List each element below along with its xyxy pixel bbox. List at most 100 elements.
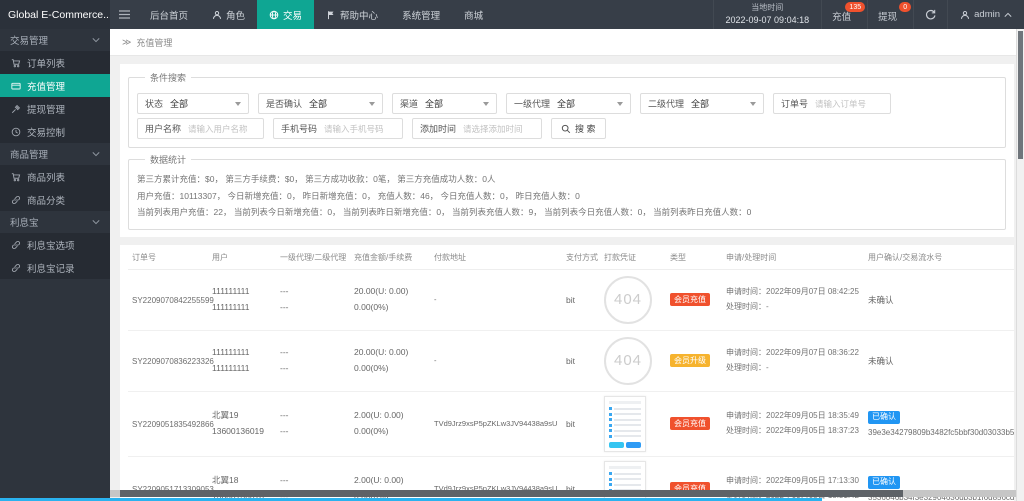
status-select[interactable]: 状态 全部	[137, 93, 249, 114]
nav-item-dashboard[interactable]: 后台首页	[138, 0, 200, 29]
username-input[interactable]	[188, 124, 263, 134]
table-header: 订单号 用户 一级代理/二级代理 充值金额/手续费 付款地址 支付方式 打款凭证…	[128, 245, 1014, 270]
status-label: 状态	[138, 97, 170, 110]
recharge-amount: 2.00(U: 0.00)	[354, 408, 426, 423]
search-button[interactable]: 搜 索	[551, 118, 606, 139]
filter-row-2: 用户名称 手机号码 添加时间 搜 索	[137, 118, 997, 139]
caret-down-icon	[750, 102, 756, 106]
voucher-404[interactable]: 404	[604, 276, 652, 324]
channel-select[interactable]: 渠道 全部	[392, 93, 497, 114]
sidebar-item-recharge-management[interactable]: 充值管理	[0, 74, 110, 97]
globe-icon	[269, 10, 279, 20]
sidebar-item-label: 商品列表	[27, 170, 65, 184]
confirm-value: 全部	[309, 97, 365, 110]
col-type: 类型	[666, 245, 722, 270]
nav-item-trade[interactable]: 交易	[257, 0, 314, 29]
type-badge: 会员充值	[670, 293, 710, 306]
order-no-group: 订单号	[773, 93, 891, 114]
thumbnail-buttons	[609, 442, 641, 448]
sidebar-item-interest-records[interactable]: 利息宝记录	[0, 256, 110, 279]
recharge-notice-button[interactable]: 充值 135	[821, 0, 867, 29]
refresh-button[interactable]	[913, 0, 947, 29]
condition-search-fieldset: 条件搜索 状态 全部 是否确认 全部 渠道	[128, 71, 1006, 148]
status-value: 全部	[170, 97, 231, 110]
table-row: SY2209051835492866 北翼19 13600136019 --- …	[128, 391, 1014, 456]
col-confirm-hash: 用户确认/交易流水号	[864, 245, 1014, 270]
recharge-amount: 20.00(U: 0.00)	[354, 284, 426, 299]
user-phone: 13600136019	[212, 424, 272, 439]
horizontal-scrollbar-thumb[interactable]	[120, 490, 903, 497]
handle-time: 处理时间：-	[726, 361, 860, 375]
user-menu-button[interactable]: admin	[947, 0, 1024, 29]
agent-level1: ---	[280, 345, 346, 360]
nav-item-system[interactable]: 系统管理	[390, 0, 452, 29]
sidebar-item-interest-options[interactable]: 利息宝选项	[0, 233, 110, 256]
sidebar-group-interest-treasure[interactable]: 利息宝	[0, 211, 110, 233]
horizontal-scrollbar[interactable]	[110, 490, 1016, 497]
stats-line-current-list: 当前列表用户充值：22， 当前列表今日新增充值：0， 当前列表昨日新增充值：0，…	[137, 204, 997, 221]
channel-value: 全部	[425, 97, 479, 110]
recharge-amount: 2.00(U: 0.00)	[354, 473, 426, 488]
order-no-input[interactable]	[815, 99, 890, 109]
main-content: ≫ 充值管理 条件搜索 状态 全部 是否确认 全部	[110, 29, 1016, 501]
col-pay-method: 支付方式	[562, 245, 600, 270]
pay-method: bit	[566, 356, 575, 366]
nav-item-roles[interactable]: 角色	[200, 0, 257, 29]
vertical-scrollbar-thumb[interactable]	[1018, 31, 1023, 159]
caret-down-icon	[235, 102, 241, 106]
withdraw-notice-button[interactable]: 提现 0	[867, 0, 913, 29]
user-name: 111111111	[212, 345, 272, 360]
sidebar-group-trade-management[interactable]: 交易管理	[0, 29, 110, 51]
sidebar-group-label: 商品管理	[10, 147, 48, 161]
agent2-select[interactable]: 二级代理 全部	[640, 93, 764, 114]
confirm-status: 未确认	[868, 295, 894, 305]
table-body: SY2209070842255599 111111111 111111111 -…	[128, 269, 1014, 501]
agent2-value: 全部	[691, 97, 746, 110]
page-title: 充值管理	[136, 36, 172, 49]
sidebar-item-label: 商品分类	[27, 193, 65, 207]
sidebar-item-withdraw-management[interactable]: 提现管理	[0, 97, 110, 120]
vertical-scrollbar[interactable]	[1016, 29, 1024, 501]
pay-method: bit	[566, 295, 575, 305]
sidebar-group-goods-management[interactable]: 商品管理	[0, 143, 110, 165]
agent-level1: ---	[280, 408, 346, 423]
phone-input[interactable]	[324, 124, 402, 134]
agent1-select[interactable]: 一级代理 全部	[506, 93, 631, 114]
sidebar-item-trade-control[interactable]: 交易控制	[0, 120, 110, 143]
hamburger-icon	[119, 10, 130, 19]
topbar: Global E-Commerce... 后台首页 角色 交易 帮助中心 系统管…	[0, 0, 1024, 29]
voucher-thumbnail[interactable]	[604, 396, 646, 452]
table-row: SY2209070842255599 111111111 111111111 -…	[128, 269, 1014, 330]
sidebar-item-label: 利息宝选项	[27, 238, 75, 252]
nav-item-mall[interactable]: 商城	[452, 0, 495, 29]
search-button-label: 搜 索	[575, 122, 596, 135]
voucher-404[interactable]: 404	[604, 337, 652, 385]
add-time-group: 添加时间	[412, 118, 542, 139]
order-no: SY2209070836223326	[132, 357, 214, 366]
withdraw-label: 提现	[878, 9, 897, 23]
confirm-select[interactable]: 是否确认 全部	[258, 93, 383, 114]
user-name: 北翼19	[212, 408, 272, 423]
transaction-hash: 39e3e34279809b3482fc5bbf30d03033b5eacb92…	[868, 428, 1014, 437]
stats-line-third-party: 第三方累计充值：$0， 第三方手续费：$0， 第三方成功收款：0笔， 第三方充值…	[137, 171, 997, 188]
sidebar-toggle-button[interactable]	[110, 0, 138, 29]
nav-label: 交易	[283, 8, 302, 22]
add-time-input[interactable]	[463, 124, 541, 134]
chevron-down-icon	[92, 219, 100, 225]
card-icon	[11, 81, 21, 91]
pay-address: TVd9Jrz9xsP5pZKLw3JV94438a9sUE7Njm	[434, 419, 558, 428]
data-statistics-fieldset: 数据统计 第三方累计充值：$0， 第三方手续费：$0， 第三方成功收款：0笔， …	[128, 153, 1006, 230]
username-label: 用户名称	[138, 122, 188, 135]
sidebar-item-order-list[interactable]: 订单列表	[0, 51, 110, 74]
fee-amount: 0.00(0%)	[354, 361, 426, 376]
user-name: 北翼18	[212, 473, 272, 488]
sidebar-item-goods-list[interactable]: 商品列表	[0, 165, 110, 188]
phone-group: 手机号码	[273, 118, 403, 139]
nav-label: 后台首页	[150, 8, 188, 22]
phone-label: 手机号码	[274, 122, 324, 135]
username-group: 用户名称	[137, 118, 264, 139]
sidebar-group-label: 交易管理	[10, 33, 48, 47]
nav-label: 系统管理	[402, 8, 440, 22]
nav-item-help-center[interactable]: 帮助中心	[314, 0, 390, 29]
sidebar-item-goods-category[interactable]: 商品分类	[0, 188, 110, 211]
